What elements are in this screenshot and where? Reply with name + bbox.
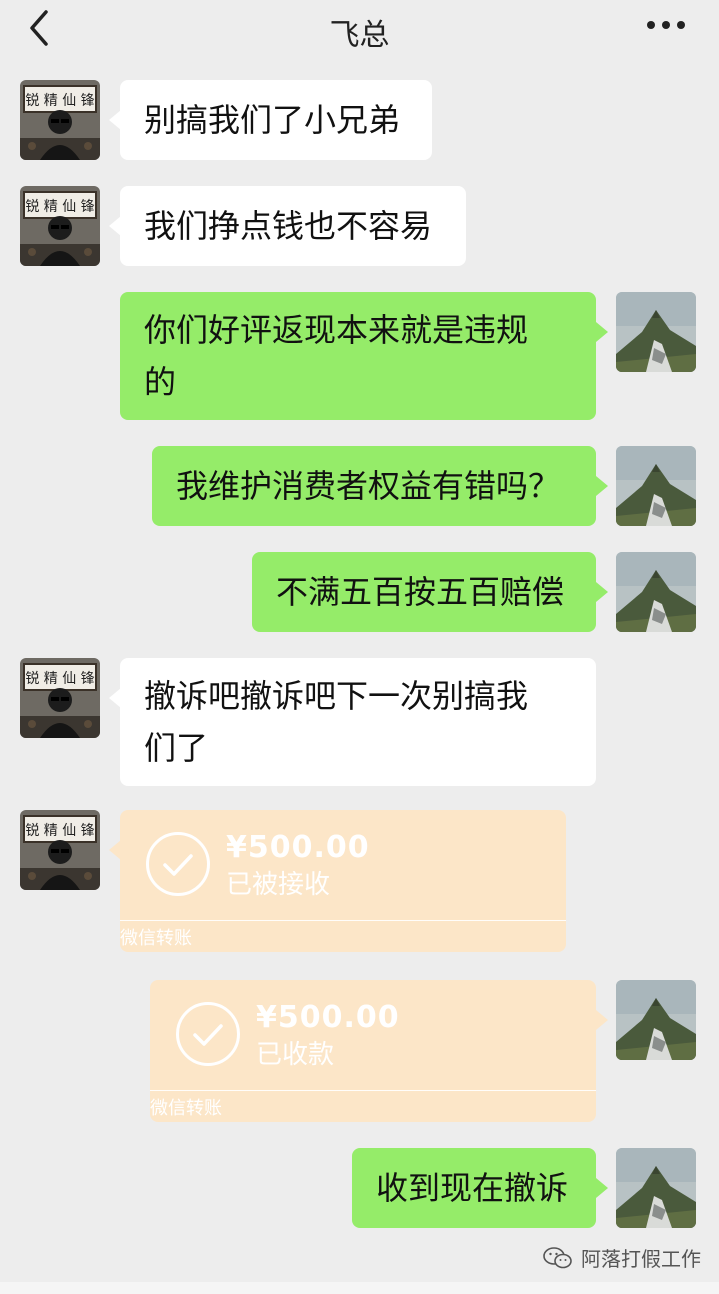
chat-title: 飞总: [329, 18, 390, 53]
boss-avatar-icon: [20, 810, 100, 890]
transfer-amount: ¥500.00: [256, 1000, 400, 1035]
watermark-text: 阿落打假工作: [581, 1247, 701, 1271]
more-dots-icon: [647, 21, 685, 29]
avatar[interactable]: [20, 80, 100, 160]
mountain-avatar-icon: [616, 552, 696, 632]
avatar[interactable]: [616, 292, 696, 372]
transfer-status: 已被接收: [226, 870, 331, 900]
more-button[interactable]: [643, 10, 689, 40]
message-text: 不满五百按五百赔偿: [276, 573, 565, 611]
mountain-avatar-icon: [616, 980, 696, 1060]
message-bubble[interactable]: 撤诉吧撤诉吧下一次别搞我 们了: [120, 658, 596, 786]
message-text: 收到现在撤诉: [376, 1169, 569, 1207]
avatar[interactable]: [20, 658, 100, 738]
avatar[interactable]: [20, 810, 100, 890]
message-text-line: 你们好评返现本来就是违规: [144, 311, 529, 349]
transfer-card[interactable]: ¥500.00 已被接收 微信转账: [120, 810, 566, 952]
avatar[interactable]: [616, 552, 696, 632]
divider: [120, 920, 566, 921]
bubble-tail: [596, 1010, 608, 1030]
boss-avatar-icon: [20, 658, 100, 738]
mountain-avatar-icon: [616, 1148, 696, 1228]
message-bubble[interactable]: 你们好评返现本来就是违规 的: [120, 292, 596, 420]
transfer-amount: ¥500.00: [226, 830, 370, 865]
mountain-avatar-icon: [616, 292, 696, 372]
watermark: 阿落打假工作: [543, 1243, 701, 1272]
chat-header: 飞总: [0, 0, 719, 62]
message-bubble[interactable]: 不满五百按五百赔偿: [252, 552, 596, 632]
transfer-card[interactable]: ¥500.00 已收款 微信转账: [150, 980, 596, 1122]
boss-avatar-icon: [20, 80, 100, 160]
message-bubble[interactable]: 收到现在撤诉: [352, 1148, 596, 1228]
message-bubble[interactable]: 我们挣点钱也不容易: [120, 186, 466, 266]
bubble-tail: [596, 476, 608, 496]
message-text: 我维护消费者权益有错吗？: [176, 467, 561, 505]
wechat-icon: [543, 1246, 572, 1268]
message-bubble[interactable]: 我维护消费者权益有错吗？: [152, 446, 596, 526]
bubble-tail: [596, 1178, 608, 1198]
bubble-tail: [596, 582, 608, 602]
transfer-footer: 微信转账: [150, 1098, 222, 1119]
transfer-status: 已收款: [256, 1040, 335, 1070]
boss-avatar-icon: [20, 186, 100, 266]
avatar[interactable]: [20, 186, 100, 266]
bubble-tail: [596, 322, 608, 342]
avatar[interactable]: [616, 1148, 696, 1228]
message-text-line: 的: [144, 363, 177, 401]
message-text-line: 们了: [144, 729, 209, 767]
input-bar-edge: [0, 1282, 719, 1294]
divider: [150, 1090, 596, 1091]
message-bubble[interactable]: 别搞我们了小兄弟: [120, 80, 432, 160]
message-text-line: 撤诉吧撤诉吧下一次别搞我: [144, 677, 529, 715]
avatar[interactable]: [616, 980, 696, 1060]
transfer-footer: 微信转账: [120, 928, 192, 949]
check-circle-icon: [176, 1002, 240, 1066]
check-circle-icon: [146, 832, 210, 896]
avatar[interactable]: [616, 446, 696, 526]
message-text: 别搞我们了小兄弟: [144, 101, 401, 139]
mountain-avatar-icon: [616, 446, 696, 526]
message-text: 我们挣点钱也不容易: [144, 207, 433, 245]
